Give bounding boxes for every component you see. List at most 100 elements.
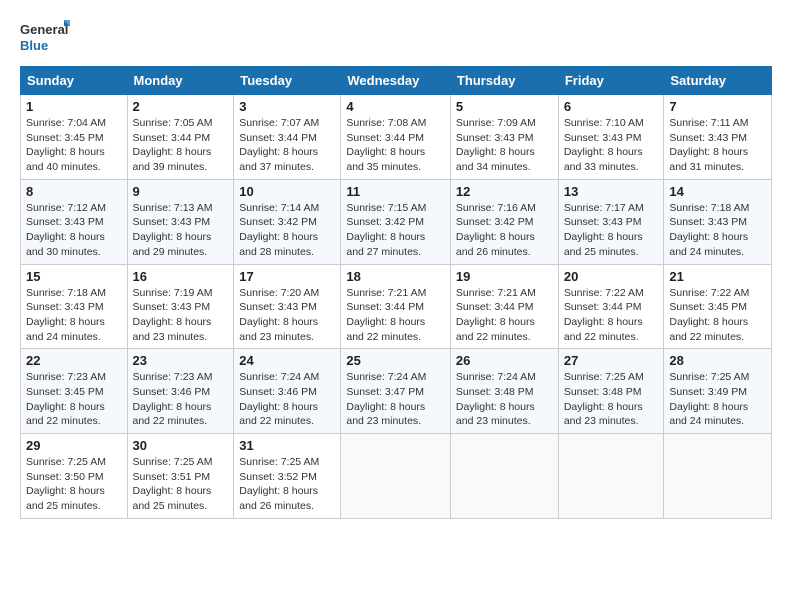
calendar-cell: 24 Sunrise: 7:24 AM Sunset: 3:46 PM Dayli…: [234, 349, 341, 434]
day-info: Sunrise: 7:21 AM Sunset: 3:44 PM Dayligh…: [456, 286, 553, 345]
page: General Blue SundayMondayTuesdayWednesda…: [0, 0, 792, 529]
day-number: 18: [346, 269, 445, 284]
day-info: Sunrise: 7:20 AM Sunset: 3:43 PM Dayligh…: [239, 286, 335, 345]
day-number: 3: [239, 99, 335, 114]
day-number: 28: [669, 353, 766, 368]
calendar-cell: 10Sunrise: 7:14 AM Sunset: 3:42 PM Dayli…: [234, 179, 341, 264]
logo-svg: General Blue: [20, 16, 70, 58]
calendar-cell: 31 Sunrise: 7:25 AM Sunset: 3:52 PM Dayli…: [234, 434, 341, 519]
day-number: 8: [26, 184, 122, 199]
calendar-cell: 18Sunrise: 7:21 AM Sunset: 3:44 PM Dayli…: [341, 264, 451, 349]
weekday-header-saturday: Saturday: [664, 67, 772, 95]
day-info: Sunrise: 7:25 AM Sunset: 3:52 PM Dayligh…: [239, 455, 335, 514]
calendar-cell: 12 Sunrise: 7:16 AM Sunset: 3:42 PM Dayli…: [450, 179, 558, 264]
calendar-cell: 22 Sunrise: 7:23 AM Sunset: 3:45 PM Dayli…: [21, 349, 128, 434]
calendar-cell: 17Sunrise: 7:20 AM Sunset: 3:43 PM Dayli…: [234, 264, 341, 349]
day-number: 12: [456, 184, 553, 199]
calendar-table: SundayMondayTuesdayWednesdayThursdayFrid…: [20, 66, 772, 519]
day-info: Sunrise: 7:12 AM Sunset: 3:43 PM Dayligh…: [26, 201, 122, 260]
day-info: Sunrise: 7:08 AM Sunset: 3:44 PM Dayligh…: [346, 116, 445, 175]
day-number: 25: [346, 353, 445, 368]
calendar-cell: 4Sunrise: 7:08 AM Sunset: 3:44 PM Daylig…: [341, 95, 451, 180]
day-info: Sunrise: 7:18 AM Sunset: 3:43 PM Dayligh…: [26, 286, 122, 345]
day-number: 9: [133, 184, 229, 199]
day-number: 21: [669, 269, 766, 284]
header: General Blue: [20, 16, 772, 58]
day-number: 26: [456, 353, 553, 368]
day-number: 14: [669, 184, 766, 199]
day-number: 1: [26, 99, 122, 114]
calendar-cell: 7Sunrise: 7:11 AM Sunset: 3:43 PM Daylig…: [664, 95, 772, 180]
calendar-cell: 29 Sunrise: 7:25 AM Sunset: 3:50 PM Dayli…: [21, 434, 128, 519]
day-number: 5: [456, 99, 553, 114]
day-info: Sunrise: 7:10 AM Sunset: 3:43 PM Dayligh…: [564, 116, 659, 175]
day-info: Sunrise: 7:24 AM Sunset: 3:48 PM Dayligh…: [456, 370, 553, 429]
day-info: Sunrise: 7:16 AM Sunset: 3:42 PM Dayligh…: [456, 201, 553, 260]
day-info: Sunrise: 7:17 AM Sunset: 3:43 PM Dayligh…: [564, 201, 659, 260]
day-number: 11: [346, 184, 445, 199]
calendar-cell: 20 Sunrise: 7:22 AM Sunset: 3:44 PM Dayli…: [558, 264, 664, 349]
day-info: Sunrise: 7:22 AM Sunset: 3:45 PM Dayligh…: [669, 286, 766, 345]
calendar-cell: 14 Sunrise: 7:18 AM Sunset: 3:43 PM Dayli…: [664, 179, 772, 264]
weekday-header-wednesday: Wednesday: [341, 67, 451, 95]
calendar-week-5: 29 Sunrise: 7:25 AM Sunset: 3:50 PM Dayli…: [21, 434, 772, 519]
day-info: Sunrise: 7:09 AM Sunset: 3:43 PM Dayligh…: [456, 116, 553, 175]
day-info: Sunrise: 7:18 AM Sunset: 3:43 PM Dayligh…: [669, 201, 766, 260]
calendar-week-4: 22 Sunrise: 7:23 AM Sunset: 3:45 PM Dayli…: [21, 349, 772, 434]
calendar-cell: 13 Sunrise: 7:17 AM Sunset: 3:43 PM Dayli…: [558, 179, 664, 264]
day-info: Sunrise: 7:25 AM Sunset: 3:48 PM Dayligh…: [564, 370, 659, 429]
calendar-cell: [558, 434, 664, 519]
weekday-header-row: SundayMondayTuesdayWednesdayThursdayFrid…: [21, 67, 772, 95]
day-info: Sunrise: 7:23 AM Sunset: 3:45 PM Dayligh…: [26, 370, 122, 429]
calendar-cell: [450, 434, 558, 519]
day-info: Sunrise: 7:25 AM Sunset: 3:49 PM Dayligh…: [669, 370, 766, 429]
day-info: Sunrise: 7:15 AM Sunset: 3:42 PM Dayligh…: [346, 201, 445, 260]
calendar-cell: 30Sunrise: 7:25 AM Sunset: 3:51 PM Dayli…: [127, 434, 234, 519]
calendar-cell: 19 Sunrise: 7:21 AM Sunset: 3:44 PM Dayli…: [450, 264, 558, 349]
day-info: Sunrise: 7:23 AM Sunset: 3:46 PM Dayligh…: [133, 370, 229, 429]
calendar-cell: 16Sunrise: 7:19 AM Sunset: 3:43 PM Dayli…: [127, 264, 234, 349]
calendar-cell: 26 Sunrise: 7:24 AM Sunset: 3:48 PM Dayli…: [450, 349, 558, 434]
day-number: 23: [133, 353, 229, 368]
day-number: 13: [564, 184, 659, 199]
day-number: 24: [239, 353, 335, 368]
day-number: 22: [26, 353, 122, 368]
day-info: Sunrise: 7:22 AM Sunset: 3:44 PM Dayligh…: [564, 286, 659, 345]
day-info: Sunrise: 7:05 AM Sunset: 3:44 PM Dayligh…: [133, 116, 229, 175]
day-number: 20: [564, 269, 659, 284]
calendar-cell: 11 Sunrise: 7:15 AM Sunset: 3:42 PM Dayli…: [341, 179, 451, 264]
weekday-header-sunday: Sunday: [21, 67, 128, 95]
day-number: 2: [133, 99, 229, 114]
weekday-header-friday: Friday: [558, 67, 664, 95]
day-number: 27: [564, 353, 659, 368]
calendar-cell: 2 Sunrise: 7:05 AM Sunset: 3:44 PM Daylig…: [127, 95, 234, 180]
calendar-cell: 8 Sunrise: 7:12 AM Sunset: 3:43 PM Daylig…: [21, 179, 128, 264]
svg-text:General: General: [20, 22, 68, 37]
day-number: 29: [26, 438, 122, 453]
calendar-week-1: 1 Sunrise: 7:04 AM Sunset: 3:45 PM Daylig…: [21, 95, 772, 180]
weekday-header-monday: Monday: [127, 67, 234, 95]
day-number: 15: [26, 269, 122, 284]
calendar-cell: 25 Sunrise: 7:24 AM Sunset: 3:47 PM Dayli…: [341, 349, 451, 434]
day-number: 7: [669, 99, 766, 114]
calendar-week-3: 15 Sunrise: 7:18 AM Sunset: 3:43 PM Dayli…: [21, 264, 772, 349]
calendar-cell: 21 Sunrise: 7:22 AM Sunset: 3:45 PM Dayli…: [664, 264, 772, 349]
calendar-cell: 1 Sunrise: 7:04 AM Sunset: 3:45 PM Daylig…: [21, 95, 128, 180]
day-info: Sunrise: 7:24 AM Sunset: 3:47 PM Dayligh…: [346, 370, 445, 429]
day-number: 19: [456, 269, 553, 284]
day-info: Sunrise: 7:25 AM Sunset: 3:50 PM Dayligh…: [26, 455, 122, 514]
svg-text:Blue: Blue: [20, 38, 48, 53]
calendar-cell: [341, 434, 451, 519]
day-info: Sunrise: 7:04 AM Sunset: 3:45 PM Dayligh…: [26, 116, 122, 175]
calendar-cell: [664, 434, 772, 519]
day-info: Sunrise: 7:25 AM Sunset: 3:51 PM Dayligh…: [133, 455, 229, 514]
day-number: 31: [239, 438, 335, 453]
calendar-cell: 6 Sunrise: 7:10 AM Sunset: 3:43 PM Daylig…: [558, 95, 664, 180]
calendar-cell: 27 Sunrise: 7:25 AM Sunset: 3:48 PM Dayli…: [558, 349, 664, 434]
weekday-header-tuesday: Tuesday: [234, 67, 341, 95]
day-number: 6: [564, 99, 659, 114]
day-info: Sunrise: 7:19 AM Sunset: 3:43 PM Dayligh…: [133, 286, 229, 345]
day-info: Sunrise: 7:24 AM Sunset: 3:46 PM Dayligh…: [239, 370, 335, 429]
calendar-cell: 9Sunrise: 7:13 AM Sunset: 3:43 PM Daylig…: [127, 179, 234, 264]
day-info: Sunrise: 7:07 AM Sunset: 3:44 PM Dayligh…: [239, 116, 335, 175]
